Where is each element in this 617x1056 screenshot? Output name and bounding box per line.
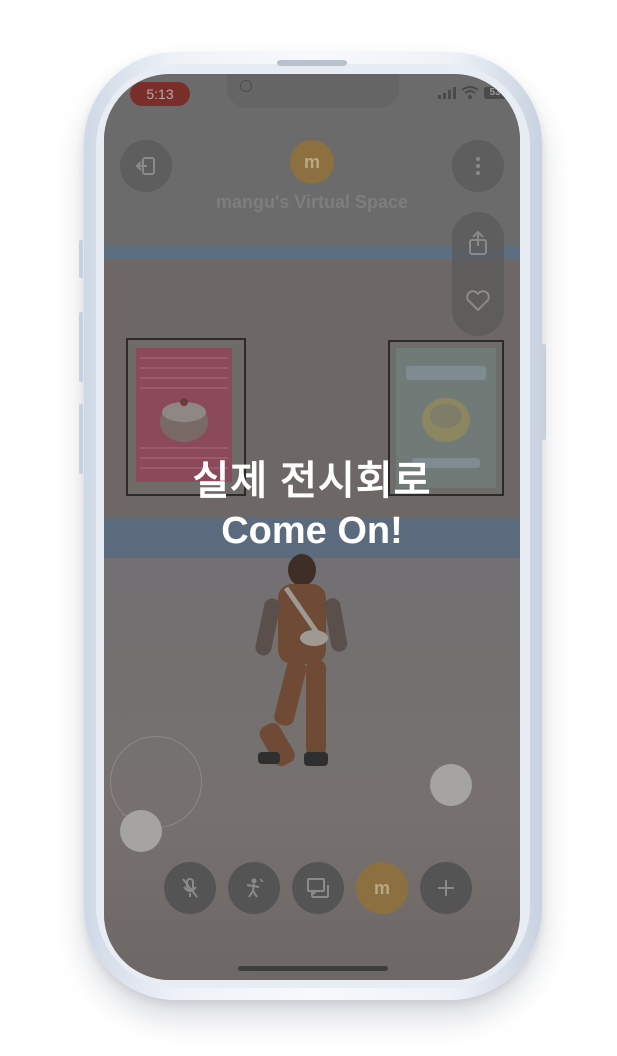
my-avatar-button[interactable]: m	[356, 862, 408, 914]
jump-button[interactable]	[430, 764, 472, 806]
side-button-silent	[79, 240, 83, 278]
emote-button[interactable]	[228, 862, 280, 914]
overlay-subtitle: Come On!	[221, 510, 403, 552]
wifi-icon	[461, 86, 479, 99]
share-icon	[469, 230, 487, 255]
movement-joystick[interactable]	[110, 736, 202, 828]
chat-icon	[307, 878, 329, 898]
side-action-panel	[452, 212, 504, 336]
notch	[227, 74, 399, 108]
home-indicator[interactable]	[238, 966, 388, 971]
side-button-volume-up	[79, 312, 83, 382]
more-options-button[interactable]	[452, 140, 504, 192]
bottom-toolbar: m	[164, 862, 474, 914]
status-time: 5:13	[130, 82, 190, 106]
front-camera	[240, 80, 252, 92]
avatar-character[interactable]	[252, 554, 352, 804]
space-title: mangu's Virtual Space	[215, 192, 408, 212]
emote-icon	[246, 878, 264, 898]
overlay-title: 실제 전시회로	[192, 459, 432, 503]
chat-button[interactable]	[292, 862, 344, 914]
joystick-knob[interactable]	[120, 810, 162, 852]
signal-icon	[438, 86, 456, 99]
more-vertical-icon	[476, 157, 480, 175]
host-avatar[interactable]: m	[290, 140, 334, 184]
heart-icon	[466, 290, 490, 311]
share-button[interactable]	[466, 230, 490, 256]
mic-toggle-button[interactable]	[164, 862, 216, 914]
status-icons: 53	[438, 86, 506, 99]
plus-icon	[438, 880, 454, 896]
side-button-volume-down	[79, 404, 83, 474]
add-button[interactable]	[420, 862, 472, 914]
battery-icon: 53	[484, 86, 506, 99]
exit-button[interactable]	[120, 140, 172, 192]
like-button[interactable]	[465, 290, 491, 312]
speaker-slot	[277, 60, 347, 66]
side-button-power	[542, 344, 546, 440]
screen: 5:13 53 m mangu's Virtual Space m 실제 전시회…	[104, 74, 520, 980]
mic-off-icon	[182, 878, 198, 898]
exit-icon	[135, 157, 155, 175]
